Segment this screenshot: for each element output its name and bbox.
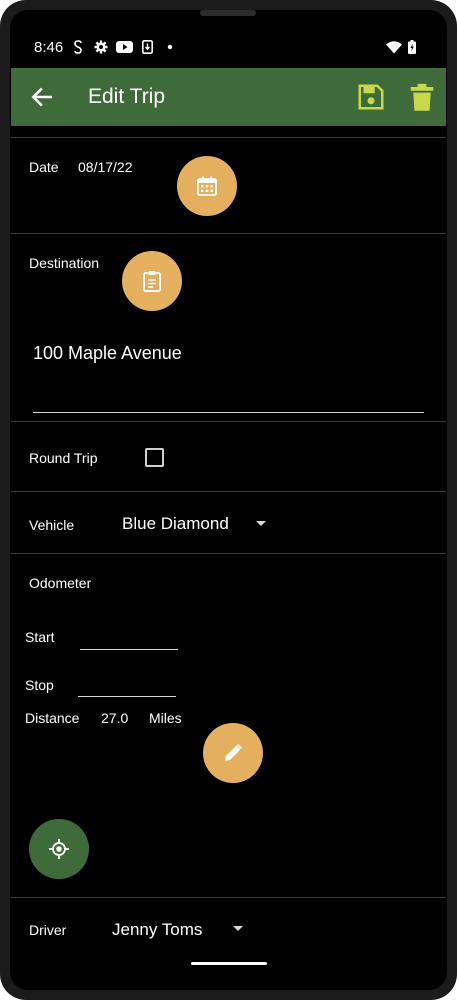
calendar-icon bbox=[197, 176, 217, 196]
driver-select[interactable]: Jenny Toms bbox=[112, 920, 202, 940]
clipboard-icon bbox=[143, 271, 161, 292]
round-trip-checkbox[interactable] bbox=[145, 448, 164, 467]
more-notifications-dot-icon bbox=[167, 44, 173, 50]
odometer-label: Odometer bbox=[29, 575, 92, 591]
notification-s-icon bbox=[74, 40, 82, 54]
date-label: Date bbox=[29, 159, 59, 175]
save-floppy-icon[interactable] bbox=[356, 82, 386, 112]
speaker-grille bbox=[200, 10, 256, 16]
destination-label: Destination bbox=[29, 255, 100, 271]
stop-label: Stop bbox=[25, 677, 54, 693]
divider bbox=[11, 553, 446, 554]
gps-locate-icon bbox=[49, 839, 69, 859]
device-update-icon bbox=[142, 40, 153, 54]
vehicle-select[interactable]: Blue Diamond bbox=[122, 514, 229, 534]
delete-trash-icon[interactable] bbox=[409, 82, 435, 112]
divider bbox=[11, 491, 446, 492]
vehicle-label: Vehicle bbox=[29, 517, 75, 533]
pencil-icon bbox=[225, 744, 242, 761]
screen: 8:46 Edit Trip Date 08/17/22 Destination… bbox=[10, 10, 447, 990]
page-title: Edit Trip bbox=[88, 85, 166, 108]
device-frame: 8:46 Edit Trip Date 08/17/22 Destination… bbox=[0, 0, 457, 1000]
wifi-icon bbox=[386, 41, 402, 54]
app-bar: Edit Trip bbox=[11, 68, 446, 126]
stop-underline bbox=[78, 696, 176, 697]
divider bbox=[11, 233, 446, 234]
distance-value: 27.0 bbox=[101, 710, 129, 726]
vehicle-dropdown-arrow-icon[interactable] bbox=[256, 521, 266, 526]
round-trip-label: Round Trip bbox=[29, 450, 98, 466]
status-bar: 8:46 bbox=[10, 10, 447, 66]
home-indicator[interactable] bbox=[191, 962, 267, 965]
start-odometer-input[interactable] bbox=[80, 624, 182, 650]
battery-charging-icon bbox=[408, 40, 416, 54]
distance-unit: Miles bbox=[149, 710, 182, 726]
back-arrow-icon[interactable] bbox=[29, 84, 55, 110]
settings-gear-icon bbox=[94, 40, 108, 54]
driver-label: Driver bbox=[29, 922, 67, 938]
locate-button[interactable] bbox=[29, 819, 89, 879]
divider bbox=[11, 137, 446, 138]
start-label: Start bbox=[25, 629, 55, 645]
date-value: 08/17/22 bbox=[78, 159, 133, 175]
stop-odometer-input[interactable] bbox=[78, 672, 180, 698]
divider bbox=[11, 421, 446, 422]
edit-distance-button[interactable] bbox=[203, 723, 263, 783]
destination-underline bbox=[33, 412, 424, 413]
youtube-icon bbox=[116, 41, 133, 53]
status-time: 8:46 bbox=[34, 39, 64, 56]
destination-picker-button[interactable] bbox=[122, 251, 182, 311]
destination-input[interactable]: 100 Maple Avenue bbox=[33, 343, 182, 364]
start-underline bbox=[80, 649, 178, 650]
driver-dropdown-arrow-icon[interactable] bbox=[233, 926, 243, 931]
date-picker-button[interactable] bbox=[177, 156, 237, 216]
distance-label: Distance bbox=[25, 710, 80, 726]
divider bbox=[11, 897, 446, 898]
